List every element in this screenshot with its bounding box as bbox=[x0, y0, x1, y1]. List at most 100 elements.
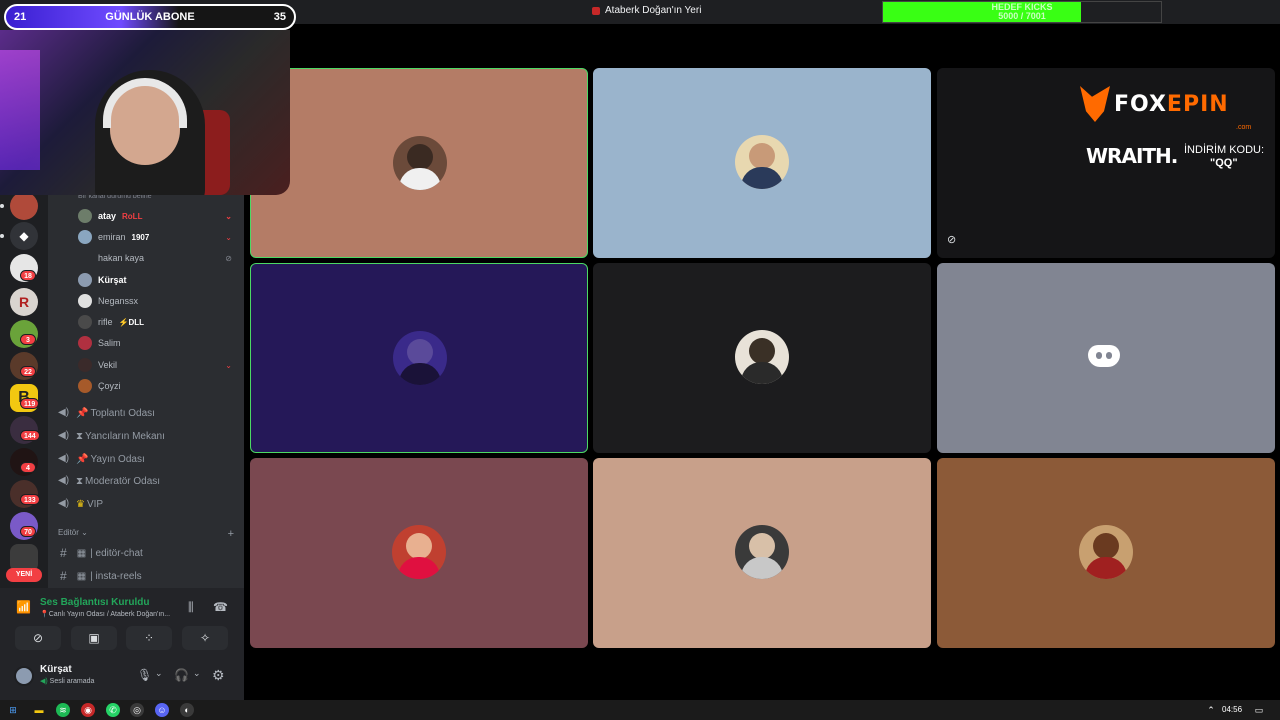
speaker-icon: ◀) bbox=[58, 407, 70, 418]
video-tile[interactable] bbox=[250, 68, 588, 258]
avatar[interactable] bbox=[14, 666, 34, 686]
video-tile[interactable] bbox=[937, 458, 1275, 648]
avatar bbox=[78, 251, 92, 265]
taskbar: ⊞ ▬ ≋ ◉ ✆ ◎ ☺ ◐ ⌃ 04:56 ▭ bbox=[0, 700, 1280, 720]
avatar bbox=[735, 525, 789, 579]
rgb-light bbox=[0, 50, 40, 170]
avatar bbox=[78, 379, 92, 393]
brand-part-b: EPIN bbox=[1166, 91, 1229, 117]
text-channel[interactable]: # ▦ | insta-reels bbox=[60, 566, 236, 586]
server-icon-1[interactable] bbox=[10, 192, 38, 220]
voice-member[interactable]: Vekil ⌄ bbox=[78, 356, 238, 374]
gear-icon[interactable]: ⚙ bbox=[212, 667, 225, 684]
clock[interactable]: 04:56 bbox=[1222, 705, 1242, 714]
soundboard-button[interactable]: ✧ bbox=[182, 626, 228, 650]
voice-member[interactable]: Kürşat bbox=[78, 271, 238, 289]
avatar bbox=[78, 336, 92, 350]
speaker-icon: ◀) bbox=[58, 475, 70, 486]
daily-subs-title: GÜNLÜK ABONE bbox=[105, 11, 195, 23]
chrome-icon[interactable]: ◎ bbox=[130, 703, 144, 717]
kick-goal-bar: HEDEF KICKS 5000 / 7001 bbox=[882, 1, 1162, 23]
noise-suppression-icon[interactable]: ⫼ bbox=[188, 600, 194, 615]
voice-member[interactable]: atay RoLL ⌄ bbox=[78, 207, 238, 225]
chevron-down-icon: ⌄ bbox=[81, 528, 88, 537]
chevron-down-icon[interactable]: ⌄ bbox=[225, 233, 232, 242]
film-icon: ▦ bbox=[76, 570, 87, 582]
brand-domain: .com bbox=[1236, 124, 1252, 131]
voice-member[interactable]: rifle ⚡DLL bbox=[78, 313, 238, 331]
video-tile[interactable] bbox=[250, 458, 588, 648]
lightning-icon: ⚡ bbox=[118, 317, 129, 327]
user-name[interactable]: Kürşat bbox=[40, 664, 72, 675]
voice-channel[interactable]: ◀) ♛ VIP bbox=[58, 494, 238, 514]
chevron-down-icon[interactable]: ⌄ bbox=[225, 361, 232, 370]
chevron-down-icon[interactable]: ⌄ bbox=[155, 668, 163, 679]
avatar bbox=[78, 273, 92, 287]
avatar bbox=[393, 331, 447, 385]
server-icon-4[interactable]: R bbox=[10, 288, 38, 316]
member-tag: ⚡DLL bbox=[118, 317, 145, 327]
discord-icon[interactable]: ☺ bbox=[155, 703, 169, 717]
pin-icon: 📌 bbox=[76, 407, 89, 419]
video-tile[interactable] bbox=[593, 458, 931, 648]
speaker-icon: ◀) bbox=[40, 678, 48, 685]
unread-dot bbox=[0, 234, 4, 238]
voice-member[interactable]: hakan kaya ⊘ bbox=[78, 249, 238, 267]
disconnect-icon[interactable]: ☎ bbox=[213, 600, 228, 614]
chevron-down-icon[interactable]: ⌄ bbox=[225, 212, 232, 221]
windows-start-icon[interactable]: ⊞ bbox=[6, 703, 20, 717]
new-servers-pill[interactable]: YENİ bbox=[6, 568, 42, 582]
avatar bbox=[393, 136, 447, 190]
server-badge: 119 bbox=[20, 398, 40, 409]
chevron-down-icon[interactable]: ⌄ bbox=[193, 668, 201, 679]
voice-channel[interactable]: ◀) ⧗ Yancıların Mekanı bbox=[58, 426, 238, 446]
chevron-up-icon[interactable]: ⌃ bbox=[1204, 703, 1218, 717]
spotify-icon[interactable]: ≋ bbox=[56, 703, 70, 717]
obs-icon[interactable]: ◐ bbox=[180, 703, 194, 717]
server-icon-2[interactable]: ◆ bbox=[10, 222, 38, 250]
voice-member[interactable]: Çoyzi bbox=[78, 377, 238, 395]
activities-button[interactable]: ⁘ bbox=[126, 626, 172, 650]
screen-share-button[interactable]: ▣ bbox=[71, 626, 117, 650]
server-badge: 3 bbox=[20, 334, 36, 345]
voice-member[interactable]: Salim bbox=[78, 334, 238, 352]
video-tile[interactable] bbox=[937, 263, 1275, 453]
file-explorer-icon[interactable]: ▬ bbox=[32, 703, 46, 717]
speaker-icon: ◀) bbox=[58, 453, 70, 464]
video-tile[interactable] bbox=[593, 68, 931, 258]
signal-icon[interactable]: 📶 bbox=[16, 600, 31, 614]
app-icon[interactable]: ◉ bbox=[81, 703, 95, 717]
notification-icon[interactable]: ▭ bbox=[1252, 703, 1266, 717]
avatar bbox=[78, 230, 92, 244]
microphone-icon[interactable]: 🎙 bbox=[137, 668, 152, 682]
text-channel[interactable]: # ▦ | editör-chat bbox=[60, 543, 236, 563]
add-channel-icon[interactable]: + bbox=[228, 528, 234, 540]
daily-subs-target: 35 bbox=[273, 11, 286, 23]
video-tile[interactable] bbox=[250, 263, 588, 453]
server-icon bbox=[592, 6, 600, 15]
voice-member[interactable]: emiran 1907 ⌄ bbox=[78, 228, 238, 246]
voice-connection-panel: 📶 Ses Bağlantısı Kuruldu 📍Canlı Yayın Od… bbox=[0, 588, 244, 700]
pin-icon: 📍 bbox=[40, 611, 49, 618]
voice-status[interactable]: Ses Bağlantısı Kuruldu bbox=[40, 597, 149, 608]
daily-subs-widget: 21 GÜNLÜK ABONE 35 bbox=[4, 4, 296, 30]
crown-icon: ♛ bbox=[76, 498, 85, 510]
camera-off-button[interactable]: ⊘ bbox=[15, 626, 61, 650]
video-tile[interactable] bbox=[593, 263, 931, 453]
whatsapp-icon[interactable]: ✆ bbox=[106, 703, 120, 717]
server-badge: 70 bbox=[20, 526, 36, 537]
pin-icon: 📌 bbox=[76, 453, 89, 465]
voice-channel[interactable]: ◀) 📌 Yayın Odası bbox=[58, 449, 238, 469]
voice-location[interactable]: 📍Canlı Yayın Odası / Ataberk Doğan'ın... bbox=[40, 610, 170, 618]
hash-icon: # bbox=[60, 569, 67, 583]
voice-channel[interactable]: ◀) ⧗ Moderatör Odası bbox=[58, 471, 238, 491]
avatar bbox=[78, 315, 92, 329]
brand-part-a: FOX bbox=[1114, 91, 1167, 117]
hourglass-icon: ⧗ bbox=[76, 430, 84, 442]
headphones-icon[interactable]: 🎧 bbox=[174, 668, 189, 682]
voice-channel[interactable]: ◀) 📌 Toplantı Odası bbox=[58, 403, 238, 423]
category-editor[interactable]: Editör ⌄ + bbox=[58, 528, 234, 540]
server-title: Ataberk Doğan'ın Yeri bbox=[592, 5, 701, 16]
discord-logo-icon bbox=[1088, 345, 1120, 367]
voice-member[interactable]: Neganssx bbox=[78, 292, 238, 310]
